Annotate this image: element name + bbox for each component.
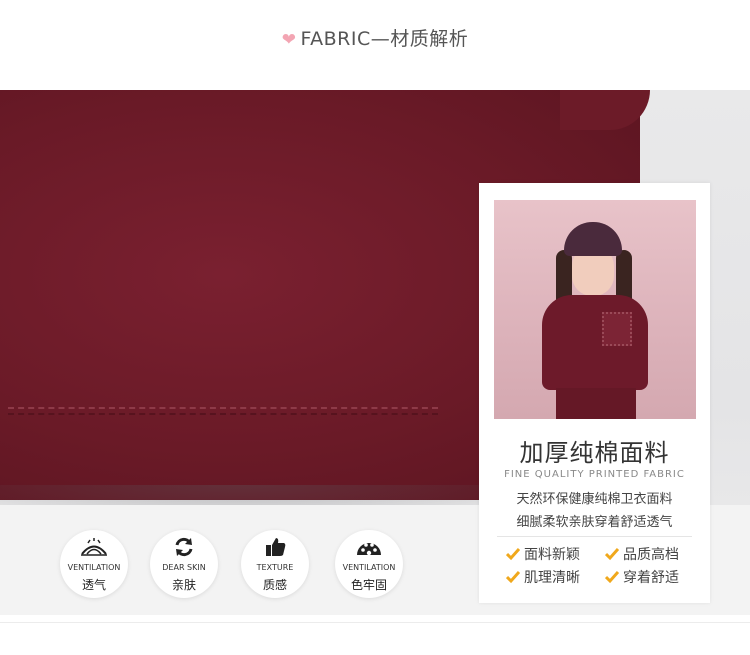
feature-label: 肌理清晰 [524,570,580,586]
check-icon [605,548,619,561]
model-hat [564,222,622,256]
badge-ventilation: VENTILATION 透气 [60,530,128,598]
header: ❤ FABRIC—材质解析 [0,0,750,90]
stitch-line-shadow [8,413,438,415]
card-desc-line1: 天然环保健康纯棉卫衣面料 [516,492,673,507]
badge-cn-label: 透气 [81,578,106,592]
feature-label: 面料新颖 [524,547,580,563]
feature-label: 品质高档 [623,547,679,563]
heart-icon: ❤ [281,30,297,50]
card-divider [497,536,692,537]
card-title: 加厚纯棉面料 [519,439,670,467]
badge-en-label: TEXTURE [256,563,294,572]
feature-item: 肌理清晰 [506,567,580,587]
check-icon [506,571,520,584]
feature-label: 穿着舒适 [623,570,679,586]
refresh-icon [175,537,193,557]
section-title: ❤ FABRIC—材质解析 [0,24,750,51]
card-subtitle: FINE QUALITY PRINTED FABRIC [504,469,685,480]
badge-en-label: VENTILATION [67,563,121,572]
check-icon [605,571,619,584]
bottom-divider [0,622,750,623]
badge-en-label: VENTILATION [342,563,396,572]
feature-item: 穿着舒适 [605,567,679,587]
palette-icon [357,543,381,556]
badge-cn-label: 亲肤 [171,578,196,592]
info-card: 加厚纯棉面料 FINE QUALITY PRINTED FABRIC 天然环保健… [479,183,710,603]
model-pocket [602,312,632,346]
section-title-text: FABRIC—材质解析 [300,28,469,50]
check-icon [506,548,520,561]
feature-item: 面料新颖 [506,544,580,564]
badge-cn-label: 质感 [262,578,287,592]
model-photo [494,200,696,419]
badge-cn-label: 色牢固 [350,578,387,592]
thumbs-up-icon [266,538,286,556]
badge-colorfast: VENTILATION 色牢固 [335,530,403,598]
badge-en-label: DEAR SKIN [162,563,206,572]
ventilation-icon [81,538,107,556]
badge-dear-skin: DEAR SKIN 亲肤 [150,530,218,598]
model-pants [556,388,636,419]
badge-texture: TEXTURE 质感 [241,530,309,598]
model-sweatshirt [542,295,648,390]
feature-item: 品质高档 [605,544,679,564]
card-desc-line2: 细腻柔软亲肤穿着舒适透气 [516,515,673,530]
stitch-line [8,407,438,409]
